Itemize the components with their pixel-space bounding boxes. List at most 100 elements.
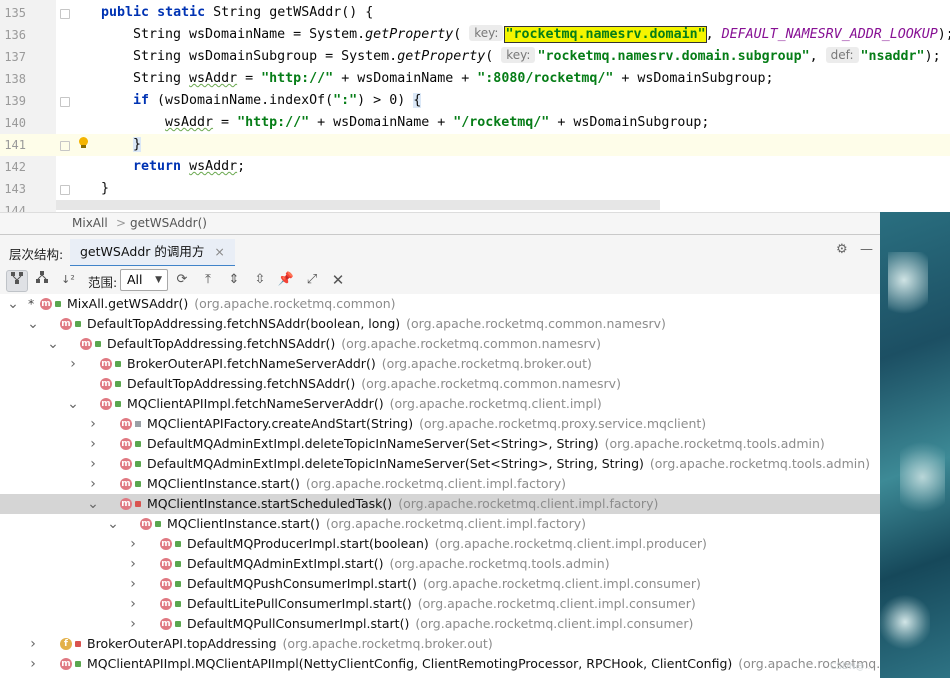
package-name: (org.apache.rocketmq.common.namesrv) (406, 316, 666, 331)
tree-row[interactable]: › m MQClientAPIFactory.createAndStart(Stri… (0, 414, 880, 434)
package-name: (org.apache.rocketmq.client.impl.consume… (422, 576, 701, 591)
package-name: (org.apache.rocketmq.client.impl.consume… (415, 616, 694, 631)
method-name: DefaultTopAddressing.fetchNSAddr(boolean… (87, 316, 401, 331)
horizontal-scrollbar[interactable] (56, 200, 660, 210)
chevron-right-icon[interactable]: › (27, 634, 39, 654)
code-line-140[interactable]: 140 wsAddr = "http://" + wsDomainName + … (0, 112, 950, 134)
tree-row[interactable]: ⌄ * m MixAll.getWSAddr() (org.apache.rocketm… (0, 294, 880, 314)
tree-row[interactable]: m DefaultTopAddressing.fetchNSAddr() (org.… (0, 374, 880, 394)
package-name: (org.apache.rocketmq.tools.admin) (649, 456, 871, 471)
breadcrumb: MixAll > getWSAddr() (0, 212, 950, 235)
fold-toggle-icon[interactable] (60, 141, 70, 151)
lightbulb-icon[interactable] (78, 137, 89, 149)
code-editor[interactable]: 135 public static String getWSAddr() { 1… (0, 0, 950, 212)
star-marker: * (28, 296, 35, 311)
scope-dropdown[interactable]: All ▼ (120, 269, 168, 291)
method-name: DefaultMQAdminExtImpl.deleteTopicInNameS… (147, 456, 644, 471)
tree-row-label: DefaultMQAdminExtImpl.start() (org.apache… (187, 554, 610, 574)
code-text: public static String getWSAddr() { (101, 5, 374, 20)
chevron-right-icon[interactable]: › (127, 574, 139, 594)
method-name: DefaultLitePullConsumerImpl.start() (187, 596, 412, 611)
tree-row[interactable]: › m DefaultMQProducerImpl.start(boolean) (o… (0, 534, 880, 554)
code-line-139[interactable]: 139 if (wsDomainName.indexOf(":") > 0) { (0, 90, 950, 112)
tree-row[interactable]: ⌄ m DefaultTopAddressing.fetchNSAddr() (org… (0, 334, 880, 354)
method-icon: m (80, 338, 92, 350)
tab-callers[interactable]: getWSAddr 的调用方 × (70, 239, 235, 268)
pin-icon[interactable]: 📌 (276, 270, 296, 290)
code-text: if (wsDomainName.indexOf(":") > 0) { (133, 93, 422, 108)
code-line-143[interactable]: 143 } (0, 178, 950, 200)
fold-toggle-icon[interactable] (60, 185, 70, 195)
tree-row[interactable]: › m DefaultMQPushConsumerImpl.start() (org.… (0, 574, 880, 594)
line-number: 141 (4, 138, 26, 152)
code-line-142[interactable]: 142 return wsAddr; (0, 156, 950, 178)
chevron-right-icon[interactable]: › (87, 434, 99, 454)
tree-row[interactable]: › m DefaultMQAdminExtImpl.deleteTopicInNam… (0, 454, 880, 474)
chevron-down-icon[interactable]: ⌄ (87, 494, 99, 514)
public-visibility-icon (175, 581, 181, 587)
chevron-down-icon[interactable]: ⌄ (7, 294, 19, 314)
chevron-right-icon[interactable]: › (87, 414, 99, 434)
method-icon: m (160, 578, 172, 590)
line-number: 143 (4, 182, 26, 196)
open-icon[interactable]: ⤢ (302, 270, 322, 290)
tree-row[interactable]: ⌄ m MQClientInstance.start() (org.apache.ro… (0, 514, 880, 534)
method-icon: m (140, 518, 152, 530)
tree-row[interactable]: › m DefaultMQPullConsumerImpl.start() (org.… (0, 614, 880, 634)
code-line-141[interactable]: 141 } (0, 134, 950, 156)
public-visibility-icon (115, 381, 121, 387)
close-tab-icon[interactable]: × (214, 244, 224, 259)
hierarchy-icon[interactable] (6, 270, 28, 292)
chevron-down-icon[interactable]: ⌄ (27, 314, 39, 334)
code-line-135[interactable]: 135 public static String getWSAddr() { (0, 2, 950, 24)
fold-toggle-icon[interactable] (60, 9, 70, 19)
line-number: 142 (4, 160, 26, 174)
breadcrumb-item-class[interactable]: MixAll (72, 216, 108, 230)
method-name: MQClientInstance.start() (167, 516, 320, 531)
expand-all-icon[interactable]: ⇕ (224, 270, 244, 290)
chevron-right-icon[interactable]: › (127, 534, 139, 554)
line-number: 135 (4, 6, 26, 20)
refresh-icon[interactable]: ⟳ (172, 270, 192, 290)
chevron-down-icon[interactable]: ⌄ (67, 394, 79, 414)
chevron-right-icon[interactable]: › (127, 554, 139, 574)
chevron-right-icon[interactable]: › (27, 654, 39, 674)
subtypes-icon[interactable] (32, 270, 52, 290)
minimize-icon[interactable]: — (860, 242, 873, 257)
tree-row[interactable]: › m BrokerOuterAPI.fetchNameServerAddr() (o… (0, 354, 880, 374)
package-name: (org.apache.rocketmq.broker.out) (282, 636, 493, 651)
chevron-down-icon[interactable]: ⌄ (47, 334, 59, 354)
tree-row[interactable]: › m DefaultMQAdminExtImpl.deleteTopicInNam… (0, 434, 880, 454)
close-icon[interactable]: ✕ (328, 270, 348, 290)
export-icon[interactable]: ⤒ (198, 270, 218, 290)
chevron-right-icon[interactable]: › (127, 614, 139, 634)
tree-row[interactable]: › m MQClientInstance.start() (org.apache.ro… (0, 474, 880, 494)
chevron-right-icon[interactable]: › (127, 594, 139, 614)
tree-row-label: BrokerOuterAPI.topAddressing (org.apache.… (87, 634, 493, 654)
chevron-right-icon[interactable]: › (87, 474, 99, 494)
code-line-136[interactable]: 136 String wsDomainName = System.getProp… (0, 24, 950, 46)
chevron-right-icon[interactable]: › (87, 454, 99, 474)
tree-row-label: DefaultMQPushConsumerImpl.start() (org.ap… (187, 574, 701, 594)
chevron-right-icon[interactable]: › (67, 354, 79, 374)
chevron-down-icon[interactable]: ⌄ (107, 514, 119, 534)
caller-tree[interactable]: ⌄ * m MixAll.getWSAddr() (org.apache.rocketm… (0, 294, 880, 678)
collapse-all-icon[interactable]: ⇳ (250, 270, 270, 290)
tree-row[interactable]: › m MQClientAPIImpl.MQClientAPIImpl(NettyC… (0, 654, 880, 674)
gear-icon[interactable]: ⚙ (836, 242, 848, 257)
code-line-137[interactable]: 137 String wsDomainSubgroup = System.get… (0, 46, 950, 68)
tree-row[interactable]: ⌄ m MQClientInstance.startScheduledTask() (… (0, 494, 880, 514)
tree-row-label: MQClientAPIFactory.createAndStart(String… (147, 414, 706, 434)
tree-row[interactable]: › m DefaultMQAdminExtImpl.start() (org.apac… (0, 554, 880, 574)
tree-row-label: MQClientAPIImpl.fetchNameServerAddr() (or… (127, 394, 602, 414)
sort-icon[interactable]: ↓² (58, 270, 78, 290)
tree-row[interactable]: › f BrokerOuterAPI.topAddressing (org.apach… (0, 634, 880, 654)
package-name: (org.apache.rocketmq.proxy.service.mqcli… (419, 416, 707, 431)
breadcrumb-item-method[interactable]: getWSAddr() (130, 216, 207, 230)
tree-row[interactable]: ⌄ m DefaultTopAddressing.fetchNSAddr(boole… (0, 314, 880, 334)
tree-row[interactable]: ⌄ m MQClientAPIImpl.fetchNameServerAddr() (… (0, 394, 880, 414)
method-name: MQClientAPIFactory.createAndStart(String… (147, 416, 414, 431)
fold-toggle-icon[interactable] (60, 97, 70, 107)
code-line-138[interactable]: 138 String wsAddr = "http://" + wsDomain… (0, 68, 950, 90)
tree-row[interactable]: › m DefaultLitePullConsumerImpl.start() (or… (0, 594, 880, 614)
